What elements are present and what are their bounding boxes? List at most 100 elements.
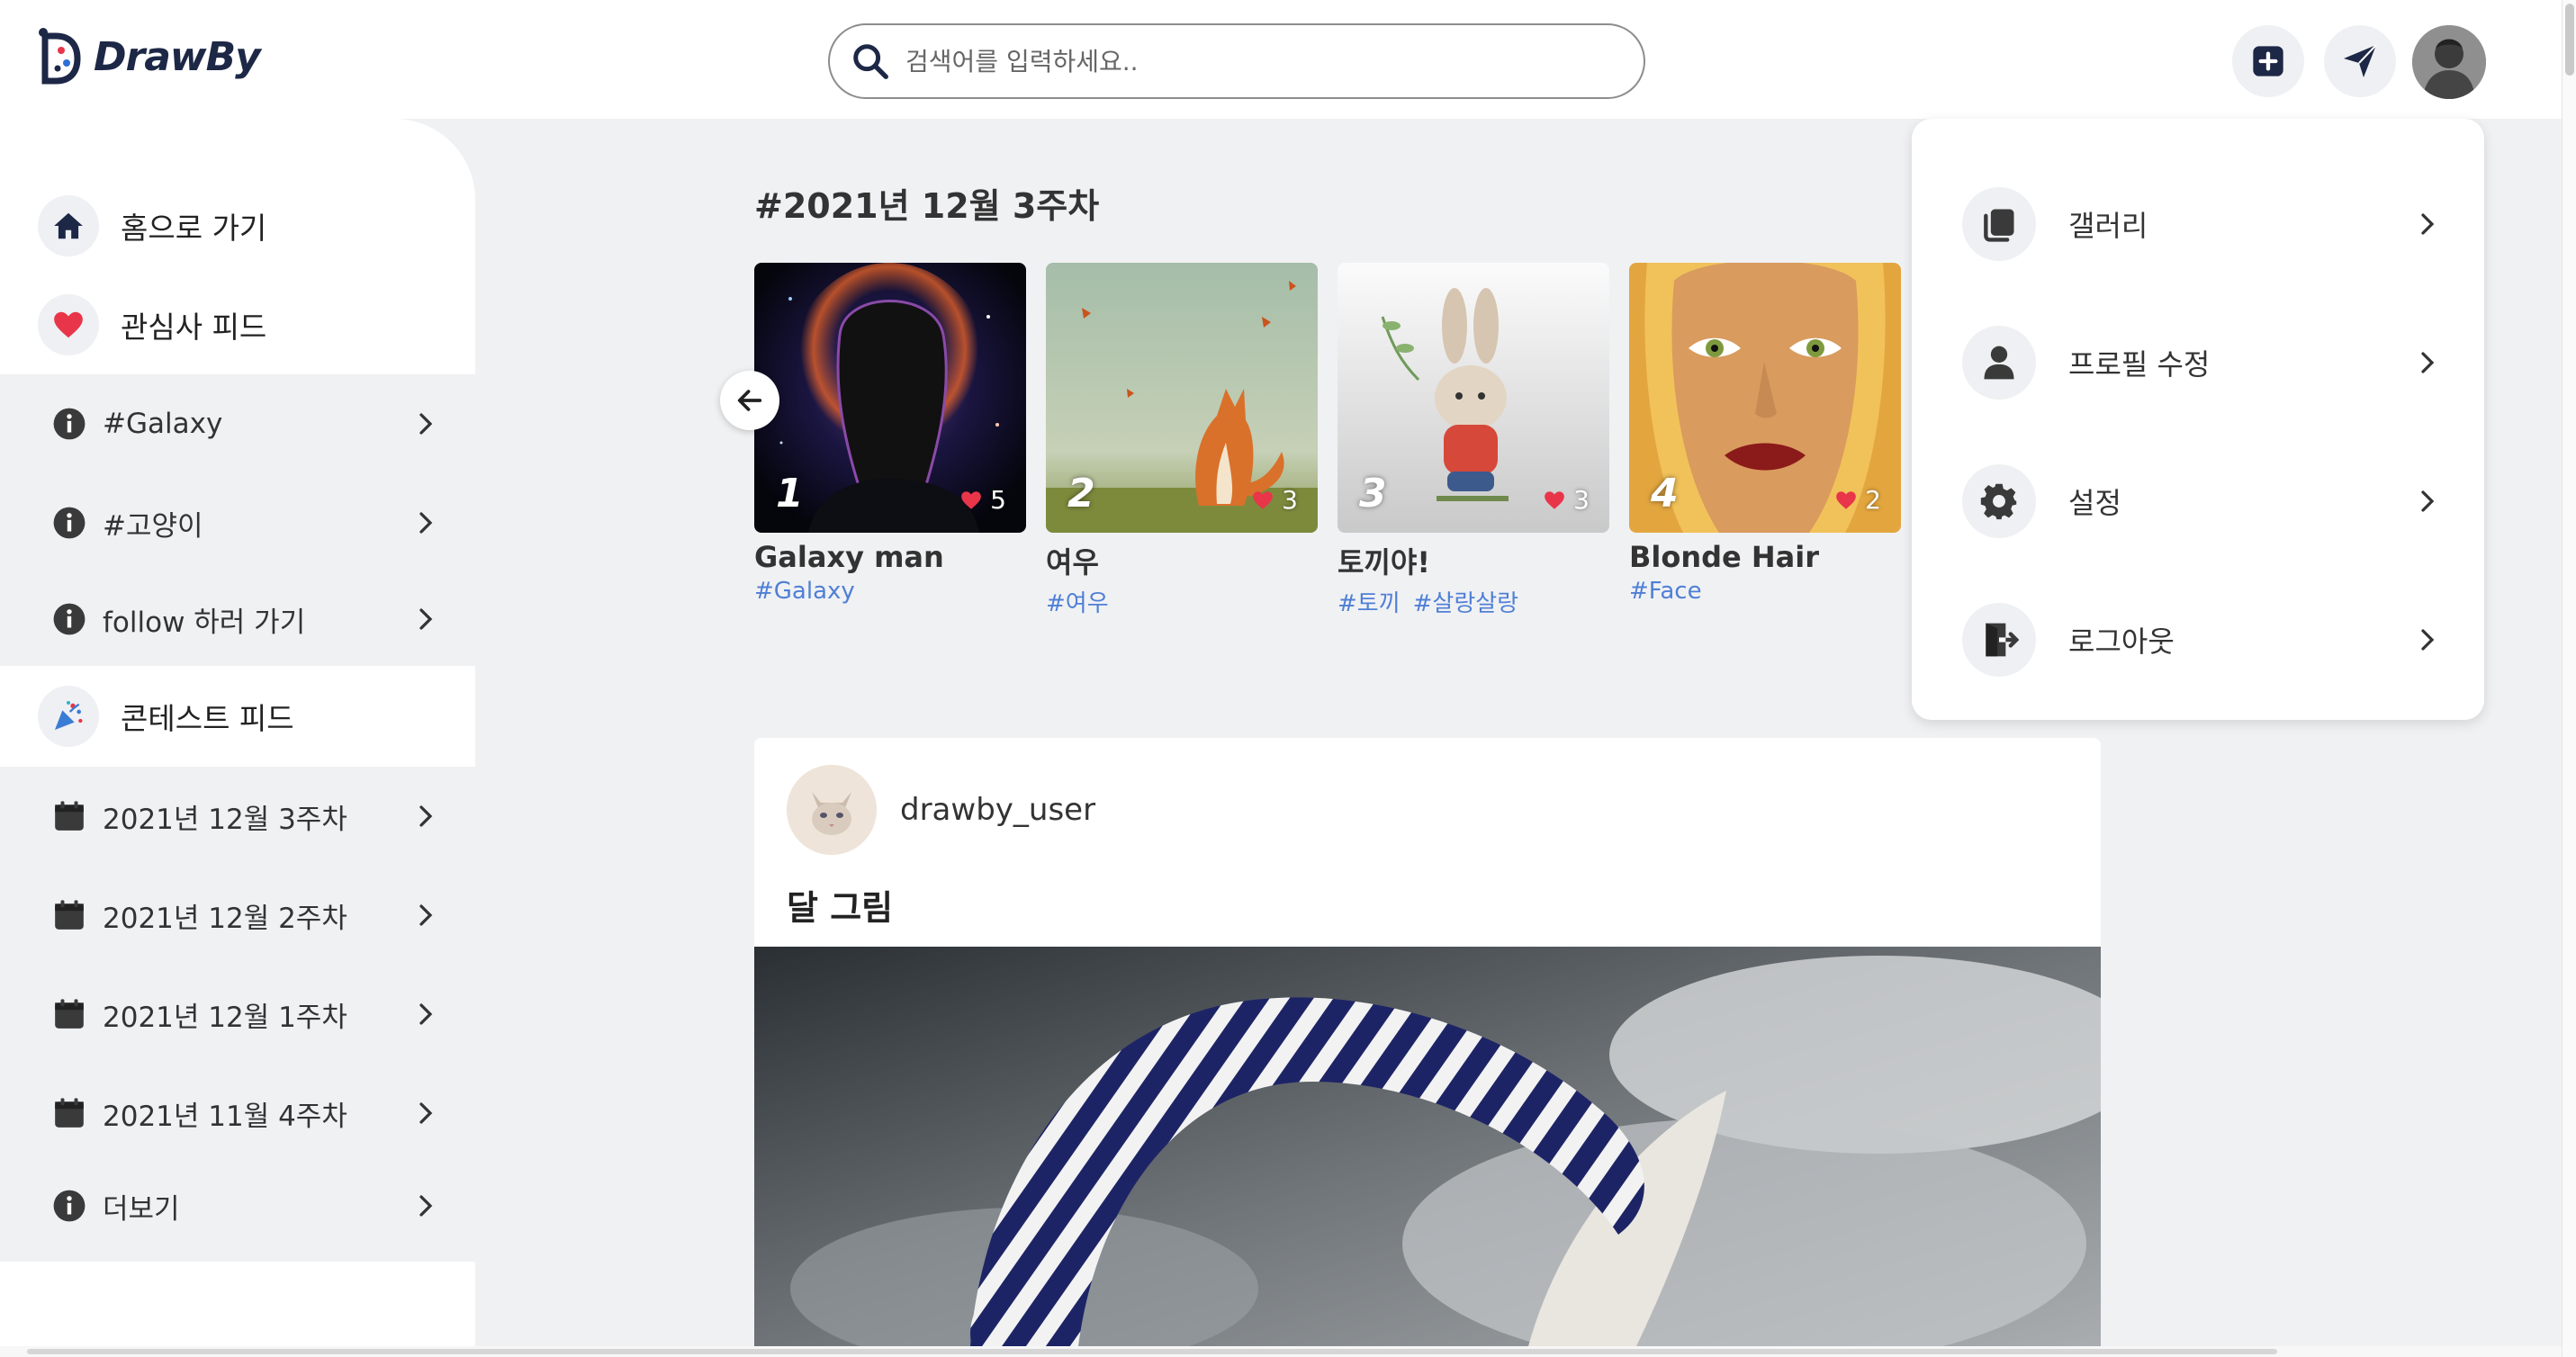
info-icon [53, 603, 86, 635]
gear-icon [1962, 464, 2036, 538]
scrollbar-thumb[interactable] [27, 1349, 2277, 1354]
artwork-tags: #Face [1629, 578, 1901, 605]
hashtag-link[interactable]: #Face [1629, 578, 1702, 605]
sidebar-item-label: 콘테스트 피드 [121, 701, 294, 736]
sidebar-item-label: 2021년 12월 3주차 [103, 803, 347, 836]
sidebar-item-home[interactable]: 홈으로 가기 [0, 176, 475, 275]
heart-icon [38, 294, 99, 355]
chevron-right-icon [419, 805, 433, 827]
menu-item-label: 로그아웃 [2068, 625, 2175, 659]
sidebar-item-week[interactable]: 2021년 12월 1주차 [0, 965, 475, 1064]
rank-number: 1 [776, 471, 804, 517]
heart-icon [1253, 490, 1274, 509]
chevron-right-icon [2421, 629, 2435, 651]
sidebar: 홈으로 가기 관심사 피드 #Galaxy #고양이 follow 하러 가기 [0, 119, 475, 1346]
moon-artwork [754, 947, 2101, 1346]
chevron-right-icon [2421, 490, 2435, 512]
sidebar-item-label: 2021년 12월 2주차 [103, 902, 347, 935]
sidebar-item-label: 관심사 피드 [121, 310, 267, 345]
artwork-tags: #Galaxy [754, 578, 1026, 605]
like-count: 5 [959, 485, 1006, 515]
menu-item-label: 설정 [2068, 486, 2121, 520]
calendar-icon [55, 801, 84, 831]
like-count: 3 [1251, 485, 1298, 515]
artwork-title[interactable]: Blonde Hair [1629, 540, 1901, 574]
menu-item-label: 프로필 수정 [2068, 347, 2211, 382]
like-count-value: 3 [1282, 485, 1298, 515]
contest-week-list: 2021년 12월 3주차 2021년 12월 2주차 2021년 12월 1주… [0, 767, 475, 1262]
chevron-right-icon [419, 608, 433, 630]
gallery-icon [1962, 187, 2036, 261]
menu-item-settings[interactable]: 설정 [1912, 432, 2484, 571]
sidebar-item-cat[interactable]: #고양이 [0, 473, 475, 572]
carousel-prev-button[interactable] [720, 371, 779, 430]
app-name: DrawBy [94, 33, 261, 80]
like-count: 2 [1834, 485, 1881, 515]
sidebar-item-contest-feed[interactable]: 콘테스트 피드 [0, 666, 475, 767]
sidebar-item-week[interactable]: 2021년 12월 3주차 [0, 767, 475, 866]
post-author-avatar[interactable] [787, 765, 877, 855]
scrollbar-thumb[interactable] [2565, 4, 2574, 76]
profile-avatar-button[interactable] [2412, 25, 2486, 99]
rank-card[interactable]: 3 3 토끼야! #토끼 #살랑살랑 [1338, 263, 1609, 618]
sidebar-item-label: #고양이 [103, 509, 203, 543]
sidebar-item-week[interactable]: 2021년 11월 4주차 [0, 1064, 475, 1163]
search-input[interactable] [905, 46, 1608, 76]
sidebar-item-follow[interactable]: follow 하러 가기 [0, 572, 475, 666]
artwork-thumbnail[interactable]: 2 3 [1046, 263, 1318, 533]
menu-item-label: 갤러리 [2068, 209, 2148, 243]
artwork-title[interactable]: 토끼야! [1338, 540, 1609, 581]
rank-card[interactable]: 2 3 여우 #여우 [1046, 263, 1318, 618]
post-title: 달 그림 [787, 888, 894, 928]
artwork-thumbnail[interactable]: 1 5 [754, 263, 1026, 533]
sidebar-item-interest-feed[interactable]: 관심사 피드 [0, 275, 475, 374]
like-count-value: 5 [990, 485, 1006, 515]
chevron-right-icon [419, 413, 433, 435]
menu-item-edit-profile[interactable]: 프로필 수정 [1912, 293, 2484, 432]
like-count-value: 2 [1865, 485, 1881, 515]
artwork-thumbnail[interactable]: 4 2 [1629, 263, 1901, 533]
hashtag-link[interactable]: #토끼 [1338, 585, 1401, 618]
sidebar-item-label: #Galaxy [103, 408, 223, 440]
cat-avatar-icon [787, 765, 877, 855]
like-count-value: 3 [1573, 485, 1590, 515]
artwork-tags: #여우 [1046, 585, 1318, 618]
contest-week-title: #2021년 12월 3주차 [754, 186, 1100, 226]
sidebar-item-galaxy[interactable]: #Galaxy [0, 374, 475, 473]
hashtag-link[interactable]: #살랑살랑 [1413, 585, 1518, 618]
chevron-right-icon [419, 1195, 433, 1217]
messages-button[interactable] [2324, 25, 2396, 97]
plus-square-icon [2253, 46, 2283, 76]
post-username[interactable]: drawby_user [900, 792, 1095, 828]
calendar-icon [55, 999, 84, 1029]
info-icon [53, 408, 86, 440]
sidebar-item-label: 2021년 11월 4주차 [103, 1100, 347, 1133]
heart-icon [1836, 490, 1857, 509]
artwork-title[interactable]: Galaxy man [754, 540, 1026, 574]
hashtag-link[interactable]: #여우 [1046, 585, 1109, 618]
info-icon [53, 1190, 86, 1222]
party-popper-icon [38, 686, 99, 747]
send-arrow-icon [2344, 44, 2377, 77]
search-icon [853, 44, 888, 79]
create-post-button[interactable] [2232, 25, 2304, 97]
calendar-icon [55, 900, 84, 930]
menu-item-gallery[interactable]: 갤러리 [1912, 155, 2484, 293]
artwork-title[interactable]: 여우 [1046, 540, 1318, 581]
vertical-scrollbar[interactable] [2562, 0, 2576, 1357]
logo-icon [39, 28, 81, 85]
post-image[interactable] [754, 947, 2101, 1346]
search-bar[interactable] [828, 23, 1645, 99]
menu-item-logout[interactable]: 로그아웃 [1912, 571, 2484, 709]
sidebar-item-label: follow 하러 가기 [103, 606, 306, 639]
rank-card[interactable]: 4 2 Blonde Hair #Face [1629, 263, 1901, 605]
horizontal-scrollbar[interactable] [0, 1346, 2562, 1357]
sidebar-item-more[interactable]: 더보기 [0, 1163, 475, 1249]
rank-card[interactable]: 1 5 Galaxy man #Galaxy [754, 263, 1026, 605]
hashtag-link[interactable]: #Galaxy [754, 578, 855, 605]
heart-icon [1545, 490, 1565, 509]
arrow-left-icon [737, 390, 762, 411]
app-logo[interactable]: DrawBy [36, 27, 261, 86]
artwork-thumbnail[interactable]: 3 3 [1338, 263, 1609, 533]
sidebar-item-week[interactable]: 2021년 12월 2주차 [0, 866, 475, 965]
